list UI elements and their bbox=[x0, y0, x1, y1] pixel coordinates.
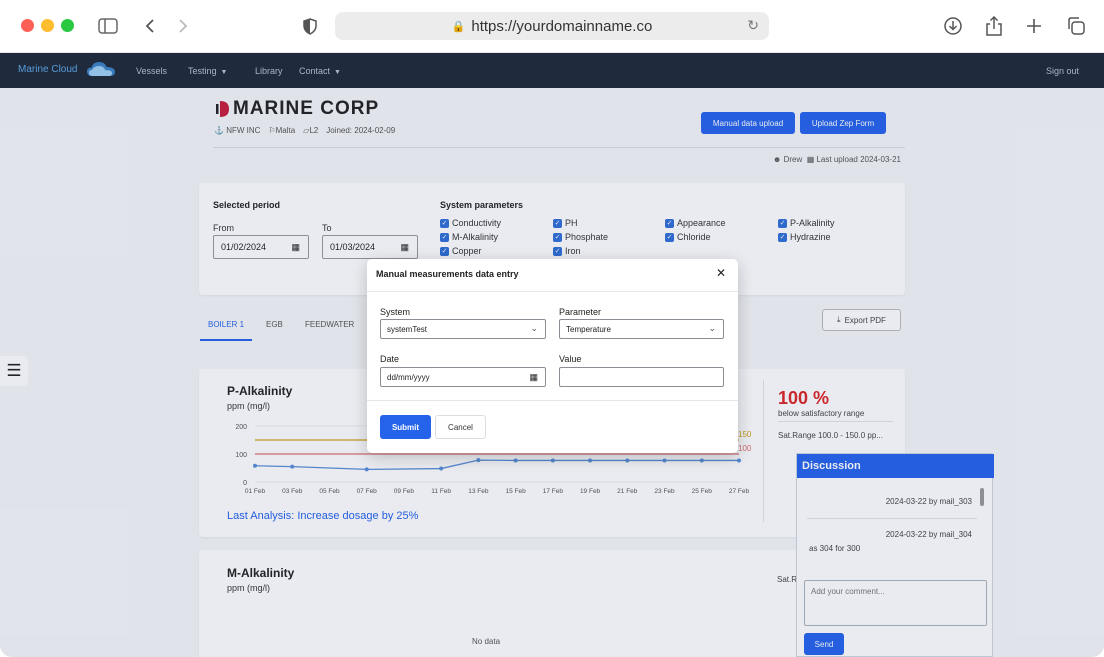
back-icon[interactable] bbox=[142, 14, 158, 38]
address-bar[interactable]: 🔒 https://yourdomainname.co ↻ bbox=[335, 12, 769, 40]
value-input[interactable] bbox=[559, 367, 724, 387]
tab-overview-icon[interactable] bbox=[1065, 14, 1087, 38]
modal-footer-divider bbox=[367, 400, 738, 401]
cancel-button[interactable]: Cancel bbox=[435, 415, 486, 439]
url-text: https://yourdomainname.co bbox=[471, 17, 653, 35]
date-placeholder: dd/mm/yyyy bbox=[387, 373, 430, 382]
modal-title: Manual measurements data entry bbox=[376, 269, 519, 279]
sidebar-toggle-icon[interactable] bbox=[97, 14, 119, 38]
parameter-select[interactable]: Temperature ⌄ bbox=[559, 319, 724, 339]
calendar-icon[interactable]: ▦ bbox=[529, 372, 538, 383]
modal-header-divider bbox=[367, 291, 738, 292]
browser-toolbar: 🔒 https://yourdomainname.co ↻ bbox=[0, 0, 1104, 53]
lock-icon: 🔒 bbox=[451, 20, 466, 33]
system-value: systemTest bbox=[387, 325, 428, 334]
chevron-down-icon: ⌄ bbox=[530, 323, 538, 333]
system-select[interactable]: systemTest ⌄ bbox=[380, 319, 546, 339]
close-icon[interactable]: ✕ bbox=[716, 266, 726, 280]
browser-window: 🔒 https://yourdomainname.co ↻ Marine Clo… bbox=[0, 0, 1104, 657]
date-label: Date bbox=[380, 354, 400, 364]
system-label: System bbox=[380, 307, 411, 317]
manual-entry-modal: Manual measurements data entry ✕ System … bbox=[367, 259, 738, 453]
new-tab-icon[interactable] bbox=[1024, 14, 1044, 38]
forward-icon[interactable] bbox=[175, 14, 191, 38]
date-input[interactable]: dd/mm/yyyy ▦ bbox=[380, 367, 546, 387]
submit-button[interactable]: Submit bbox=[380, 415, 431, 439]
download-icon[interactable] bbox=[942, 14, 964, 38]
share-icon[interactable] bbox=[984, 14, 1004, 38]
close-window-button[interactable] bbox=[21, 19, 34, 32]
minimize-window-button[interactable] bbox=[41, 19, 54, 32]
parameter-value: Temperature bbox=[566, 325, 611, 334]
chevron-down-icon: ⌄ bbox=[708, 323, 716, 333]
value-label: Value bbox=[559, 354, 582, 364]
zoom-window-button[interactable] bbox=[61, 19, 74, 32]
parameter-label: Parameter bbox=[559, 307, 602, 317]
reload-icon[interactable]: ↻ bbox=[747, 17, 759, 34]
shield-icon[interactable] bbox=[301, 14, 319, 38]
